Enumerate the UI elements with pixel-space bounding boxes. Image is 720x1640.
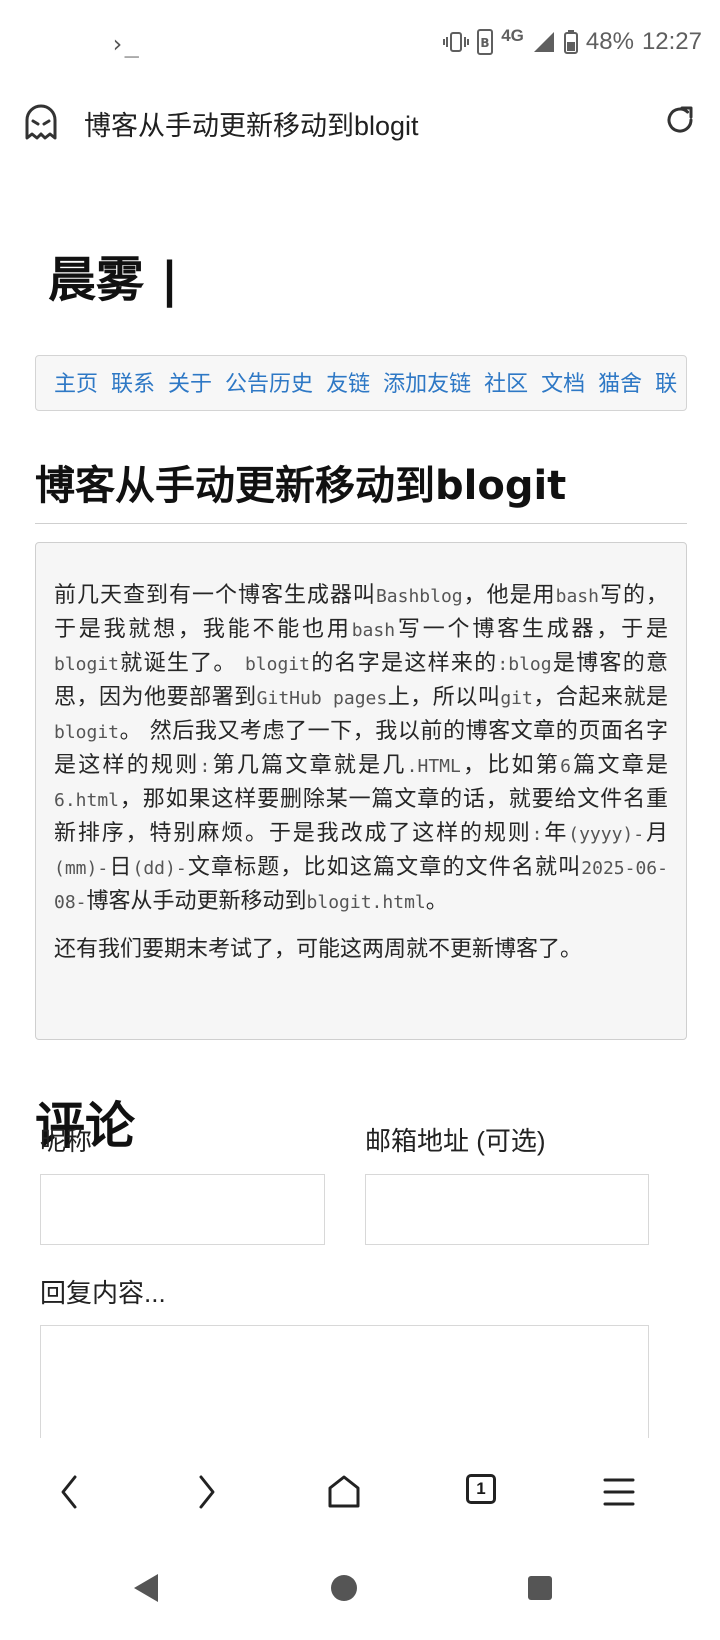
nickname-label: 昵称 bbox=[40, 1126, 93, 1156]
inline-code: (mm)- bbox=[54, 858, 109, 879]
home-icon[interactable] bbox=[326, 1472, 362, 1512]
inline-code: : bbox=[531, 824, 543, 845]
paragraph-text: 就诞生了。 bbox=[119, 651, 245, 676]
web-content: 晨雾 | 主页 联系 关于 公告历史 友链 添加友链 社区 文档 猫舍联 博客从手动更新移动到b… bbox=[0, 158, 720, 1438]
system-recents-icon[interactable] bbox=[525, 1570, 555, 1606]
post-paragraph: 前几天查到有一个博客生成器叫Bashblog，他是用bash写的，于是我就想，我… bbox=[54, 579, 668, 919]
inline-code: .HTML bbox=[406, 756, 461, 777]
site-title: 晨雾 | bbox=[48, 252, 179, 308]
inline-code: bash bbox=[351, 620, 396, 641]
browser-toolbar: 博客从手动更新移动到blogit bbox=[0, 88, 720, 158]
email-label: 邮箱地址 (可选) bbox=[365, 1126, 546, 1156]
nav-link-friend-links[interactable]: 友链 bbox=[326, 366, 370, 398]
paragraph-text: 前几天查到有一个博客生成器叫 bbox=[54, 583, 376, 608]
system-home-icon[interactable] bbox=[329, 1570, 359, 1606]
status-bar: ›_ B 4G 48% 12:27 bbox=[0, 0, 720, 88]
signal-icon bbox=[533, 32, 554, 52]
network-type-label: 4G bbox=[501, 26, 524, 45]
status-icons: B 4G 48% 12:27 bbox=[443, 26, 702, 56]
inline-code: 6 bbox=[560, 756, 571, 777]
paragraph-text: 博客从手动更新移动到 bbox=[86, 889, 307, 914]
paragraph-text: 写一个博客生成器，于是 bbox=[395, 617, 668, 642]
paragraph-text: ，比如第 bbox=[460, 753, 561, 778]
inline-code: (dd)- bbox=[132, 858, 187, 879]
nav-link-overflow[interactable]: 联 bbox=[655, 366, 677, 398]
nav-link-announcements[interactable]: 公告历史 bbox=[225, 366, 313, 398]
inline-code: blogit bbox=[54, 654, 120, 675]
inline-code: bash bbox=[555, 586, 599, 607]
inline-code: GitHub pages bbox=[256, 688, 388, 709]
reload-icon[interactable] bbox=[662, 102, 698, 138]
battery-icon bbox=[563, 30, 578, 54]
nav-link-add-friend-link[interactable]: 添加友链 bbox=[383, 366, 471, 398]
inline-code: (yyyy)- bbox=[568, 824, 645, 845]
paragraph-text: ，合起来就是 bbox=[532, 685, 668, 710]
system-nav-bar bbox=[0, 1548, 720, 1640]
paragraph-text: ，他是用 bbox=[462, 583, 556, 608]
system-back-icon[interactable] bbox=[130, 1570, 162, 1606]
post-title: 博客从手动更新移动到blogit bbox=[35, 453, 687, 524]
svg-text:B: B bbox=[481, 36, 490, 50]
nav-link-home[interactable]: 主页 bbox=[54, 366, 98, 398]
reply-textarea[interactable] bbox=[40, 1325, 649, 1438]
paragraph-text: 。 bbox=[425, 889, 448, 914]
paragraph-text: 篇文章是 bbox=[570, 753, 668, 778]
nav-link-docs[interactable]: 文档 bbox=[541, 366, 585, 398]
inline-code: : bbox=[199, 756, 211, 777]
email-input[interactable] bbox=[365, 1174, 649, 1245]
inline-code: 6.html bbox=[54, 790, 120, 811]
nav-link-community[interactable]: 社区 bbox=[484, 366, 528, 398]
site-nav: 主页 联系 关于 公告历史 友链 添加友链 社区 文档 猫舍联 bbox=[35, 355, 687, 411]
paragraph-text: 年 bbox=[542, 821, 569, 846]
sim-icon: B bbox=[477, 29, 494, 55]
ghost-icon[interactable] bbox=[22, 102, 60, 142]
paragraph-text: 上，所以叫 bbox=[387, 685, 501, 710]
inline-code: blogit bbox=[244, 654, 310, 675]
paragraph-text: 文章标题，比如这篇文章的文件名就叫 bbox=[186, 855, 582, 880]
paragraph-text: 月 bbox=[644, 821, 668, 846]
back-icon[interactable] bbox=[54, 1472, 84, 1512]
paragraph-text: 第几篇文章就是几 bbox=[210, 753, 407, 778]
vibrate-icon bbox=[443, 32, 470, 52]
post-paragraph: 还有我们要期末考试了，可能这两周就不更新博客了。 bbox=[54, 937, 583, 962]
nav-link-contact[interactable]: 联系 bbox=[111, 366, 155, 398]
paragraph-text: 的名字是这样来的 bbox=[309, 651, 498, 676]
nav-link-cattery[interactable]: 猫舍 bbox=[598, 366, 642, 398]
inline-code: blogit bbox=[54, 722, 120, 743]
page-title[interactable]: 博客从手动更新移动到blogit bbox=[84, 104, 419, 143]
battery-percent: 48% bbox=[585, 28, 634, 55]
clock: 12:27 bbox=[641, 28, 702, 55]
inline-code: :blog bbox=[497, 654, 552, 675]
tabs-button[interactable]: 1 bbox=[466, 1474, 496, 1504]
post-body: 前几天查到有一个博客生成器叫Bashblog，他是用bash写的，于是我就想，我… bbox=[35, 542, 687, 1040]
browser-bottom-bar: 1 bbox=[0, 1438, 720, 1548]
inline-code: Bashblog bbox=[375, 586, 463, 607]
forward-icon[interactable] bbox=[192, 1472, 222, 1512]
inline-code: git bbox=[500, 688, 533, 709]
menu-icon[interactable] bbox=[602, 1472, 636, 1512]
reply-label: 回复内容... bbox=[40, 1278, 166, 1308]
nav-link-about[interactable]: 关于 bbox=[168, 366, 212, 398]
terminal-icon: ›_ bbox=[110, 30, 139, 58]
inline-code: blogit.html bbox=[306, 892, 426, 913]
nickname-input[interactable] bbox=[40, 1174, 325, 1245]
paragraph-text: 日 bbox=[108, 855, 133, 880]
